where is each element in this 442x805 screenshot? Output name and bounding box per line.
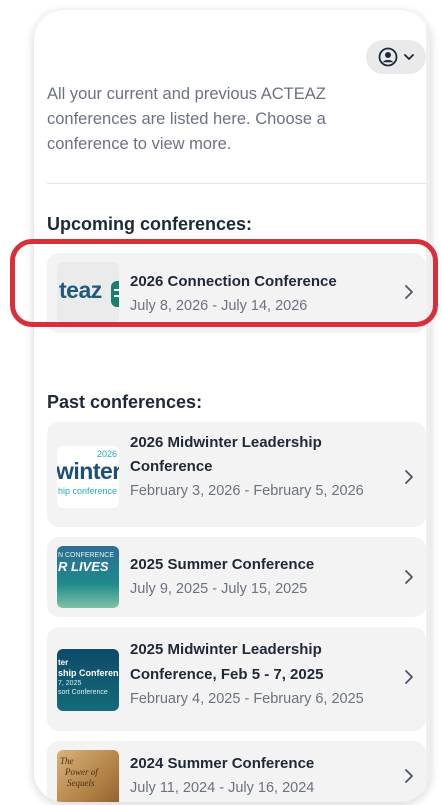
conference-title: 2025 Midwinter Leadership [130,641,322,658]
conference-thumbnail: 2026 winter hip conference [57,446,119,508]
past-heading: Past conferences: [47,392,203,412]
upcoming-heading: Upcoming conferences: [47,214,253,234]
conference-title: 2026 Connection Conference [130,273,337,290]
past-conference-card[interactable]: ter ship Conferen 7, 2025 sort Conferenc… [47,627,426,731]
thumbnail-subtext: N CONFERENCE [58,552,115,559]
chevron-down-icon [404,54,414,60]
conference-dates: July 11, 2024 - July 16, 2024 [130,780,315,796]
conference-thumbnail: ter ship Conferen 7, 2025 sort Conferenc… [57,649,119,711]
thumbnail-subtext: hip conference [58,486,118,496]
phone-frame: All your current and previous ACTEAZ con… [34,10,430,802]
thumbnail-word: winter [57,458,119,484]
chevron-right-icon [405,285,413,299]
thumbnail-line: Power of [65,767,98,777]
logo-mark [111,281,119,307]
conference-title: 2025 Summer Conference [130,556,315,573]
divider [47,183,426,184]
conference-title: 2024 Summer Conference [130,755,315,772]
conference-title: 2026 Midwinter Leadership [130,434,322,451]
conference-list-screen: All your current and previous ACTEAZ con… [34,10,426,802]
chevron-right-icon [405,570,413,584]
scrollbar[interactable] [426,10,430,802]
conference-title-line2: Conference [130,458,213,475]
thumbnail-line: sort Conference [58,689,108,696]
conference-dates: July 8, 2026 - July 14, 2026 [130,298,308,314]
chevron-right-icon [405,670,413,684]
past-conference-card[interactable]: 2026 winter hip conference 2026 Midwinte… [47,422,426,527]
conference-thumbnail: N CONFERENCE R LIVES [57,546,119,608]
thumbnail-line: Sequels [67,778,95,788]
conference-title-line2: Conference, Feb 5 - 7, 2025 [130,666,324,683]
conference-thumbnail: The Power of Sequels [57,750,119,802]
conference-thumbnail: teaz [57,262,119,324]
past-conference-card[interactable]: The Power of Sequels 2024 Summer Confere… [47,741,426,802]
thumbnail-logo-text: teaz [59,277,102,303]
chevron-right-icon [405,470,413,484]
conference-dates: February 3, 2026 - February 5, 2026 [130,483,364,499]
upcoming-conference-card[interactable]: teaz 2026 Connection Conference July 8, … [47,253,426,333]
thumbnail-line: ship Conferen [58,668,119,678]
past-conference-card[interactable]: N CONFERENCE R LIVES 2025 Summer Confere… [47,537,426,617]
thumbnail-line: The [60,756,74,766]
conference-dates: July 9, 2025 - July 15, 2025 [130,581,308,597]
user-circle-icon [378,47,398,67]
thumbnail-line: 7, 2025 [58,680,82,687]
chevron-right-icon [405,769,413,783]
conference-dates: February 4, 2025 - February 6, 2025 [130,691,364,707]
intro-text: All your current and previous ACTEAZ con… [47,85,326,153]
user-menu-button[interactable] [366,40,426,74]
thumbnail-word: R LIVES [58,559,109,574]
thumbnail-line: ter [58,658,69,667]
